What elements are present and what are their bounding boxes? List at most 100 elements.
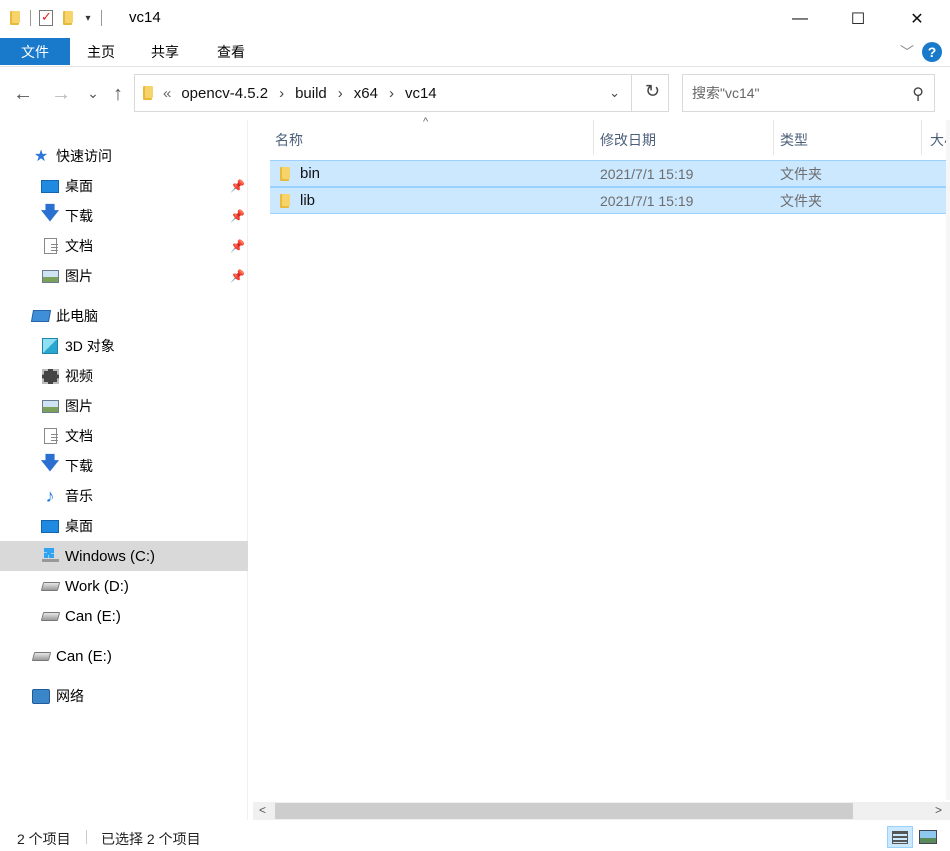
forward-button[interactable]: →: [50, 83, 72, 106]
breadcrumb-chevron-icon[interactable]: ›: [389, 85, 394, 102]
large-icons-view-button[interactable]: [915, 826, 941, 848]
file-row-bin[interactable]: bin 2021/7/1 15:19 文件夹: [270, 160, 946, 187]
pictures-icon: [41, 267, 59, 285]
pin-icon[interactable]: 📌: [230, 209, 245, 223]
search-input[interactable]: 搜索"vc14": [692, 83, 760, 103]
sidebar-item-label: 文档: [65, 238, 93, 254]
sidebar-item-label: 视频: [65, 368, 93, 384]
window-title: vc14: [129, 9, 161, 26]
sidebar-item-documents[interactable]: 文档: [0, 421, 248, 451]
file-type: 文件夹: [780, 192, 822, 209]
vertical-scrollbar[interactable]: [946, 120, 950, 800]
details-view-icon: [892, 830, 908, 844]
breadcrumb-vc14[interactable]: vc14: [405, 85, 437, 102]
video-icon: [41, 367, 59, 385]
sidebar-item-desktop[interactable]: 桌面: [0, 511, 248, 541]
navigation-pane: ★ 快速访问 桌面 📌 🡇 下载 📌 文档 📌 图片 📌 此电脑 3D 对象 视…: [0, 120, 248, 820]
sidebar-item-music[interactable]: ♪ 音乐: [0, 481, 248, 511]
file-list-pane: ^ 名称 修改日期 类型 大小 bin 2021/7/1 15:19 文件夹 l…: [249, 116, 950, 800]
column-divider[interactable]: [921, 120, 922, 155]
star-icon: ★: [33, 148, 49, 165]
sidebar-item-downloads[interactable]: 🡇 下载 📌: [0, 201, 248, 231]
help-icon[interactable]: ?: [922, 42, 942, 62]
3d-objects-icon: [41, 337, 59, 355]
column-divider[interactable]: [773, 120, 774, 155]
sidebar-item-downloads[interactable]: 🡇 下载: [0, 451, 248, 481]
music-icon: ♪: [45, 485, 55, 506]
column-header-name[interactable]: 名称: [275, 125, 590, 155]
breadcrumb-opencv[interactable]: opencv-4.5.2: [181, 85, 268, 102]
file-name[interactable]: lib: [300, 192, 315, 209]
sidebar-item-label: 快速访问: [56, 148, 112, 164]
expand-ribbon-icon[interactable]: ﹀: [900, 42, 914, 62]
breadcrumb-overflow[interactable]: «: [163, 85, 171, 102]
sidebar-item-label: 网络: [56, 688, 84, 704]
up-button[interactable]: ↑: [107, 83, 129, 106]
toolbar-divider: [30, 10, 31, 26]
computer-icon: [30, 307, 52, 325]
tab-share[interactable]: 共享: [151, 38, 179, 65]
sidebar-item-documents[interactable]: 文档 📌: [0, 231, 248, 261]
scroll-right-button[interactable]: >: [935, 803, 942, 817]
tab-view[interactable]: 查看: [217, 38, 245, 65]
column-divider[interactable]: [593, 120, 594, 155]
sidebar-item-label: 下载: [65, 208, 93, 224]
document-icon: [41, 237, 59, 255]
tab-file[interactable]: 文件: [0, 38, 70, 65]
recent-locations-button[interactable]: ⌄: [82, 85, 104, 102]
download-icon: 🡇: [40, 453, 60, 473]
sidebar-item-quick-access[interactable]: ★ 快速访问: [0, 141, 248, 171]
search-box[interactable]: 搜索"vc14" ⚲: [682, 74, 935, 112]
file-name[interactable]: bin: [300, 165, 320, 182]
sidebar-item-work-d[interactable]: Work (D:): [0, 571, 248, 601]
properties-icon[interactable]: [39, 9, 53, 26]
new-folder-icon[interactable]: [61, 10, 75, 26]
sidebar-item-3d-objects[interactable]: 3D 对象: [0, 331, 248, 361]
breadcrumb-build[interactable]: build: [295, 85, 327, 102]
details-view-button[interactable]: [887, 826, 913, 848]
address-history-dropdown-icon[interactable]: ⌄: [609, 85, 620, 101]
sidebar-item-network[interactable]: 网络: [0, 681, 248, 711]
download-icon: 🡇: [40, 203, 60, 223]
horizontal-scrollbar[interactable]: < >: [253, 802, 950, 820]
sidebar-item-pictures[interactable]: 图片: [0, 391, 248, 421]
pin-icon[interactable]: 📌: [230, 179, 245, 193]
sidebar-item-label: 文档: [65, 428, 93, 444]
sidebar-item-this-pc[interactable]: 此电脑: [0, 301, 248, 331]
ribbon-tab-bar: 文件 主页 共享 查看 ﹀ ?: [0, 37, 950, 67]
sidebar-item-pictures[interactable]: 图片 📌: [0, 261, 248, 291]
minimize-button[interactable]: —: [771, 0, 829, 37]
customize-toolbar-dropdown-icon[interactable]: ▾: [83, 13, 93, 24]
pictures-icon: [41, 397, 59, 415]
sidebar-item-label: 图片: [65, 268, 93, 284]
file-row-lib[interactable]: lib 2021/7/1 15:19 文件夹: [270, 187, 946, 214]
sidebar-item-windows-c[interactable]: Windows (C:): [0, 541, 248, 571]
sidebar-item-label: 桌面: [65, 518, 93, 534]
scrollbar-thumb[interactable]: [275, 803, 853, 819]
pin-icon[interactable]: 📌: [230, 269, 245, 283]
toolbar-divider: [101, 10, 102, 26]
search-icon[interactable]: ⚲: [912, 84, 924, 104]
sidebar-item-label: 桌面: [65, 178, 93, 194]
back-button[interactable]: ←: [12, 83, 34, 106]
folder-icon: [8, 10, 22, 26]
address-bar[interactable]: « opencv-4.5.2 › build › x64 › vc14 ⌄ ↻: [134, 74, 669, 112]
breadcrumb-chevron-icon[interactable]: ›: [279, 85, 284, 102]
sidebar-item-videos[interactable]: 视频: [0, 361, 248, 391]
folder-icon: [278, 193, 292, 209]
pin-icon[interactable]: 📌: [230, 239, 245, 253]
scroll-left-button[interactable]: <: [259, 803, 266, 817]
tab-home[interactable]: 主页: [87, 38, 115, 65]
column-header-date-modified[interactable]: 修改日期: [600, 125, 770, 155]
sidebar-item-can-e[interactable]: Can (E:): [0, 601, 248, 631]
close-button[interactable]: ✕: [888, 0, 946, 37]
column-header-type[interactable]: 类型: [780, 125, 920, 155]
maximize-button[interactable]: ☐: [829, 0, 887, 37]
folder-icon: [141, 85, 155, 101]
refresh-button[interactable]: ↻: [645, 81, 660, 102]
sidebar-item-can-e-removable[interactable]: Can (E:): [0, 641, 248, 671]
sidebar-item-desktop[interactable]: 桌面 📌: [0, 171, 248, 201]
breadcrumb-x64[interactable]: x64: [354, 85, 378, 102]
breadcrumb-chevron-icon[interactable]: ›: [338, 85, 343, 102]
file-date-modified: 2021/7/1 15:19: [600, 165, 694, 182]
